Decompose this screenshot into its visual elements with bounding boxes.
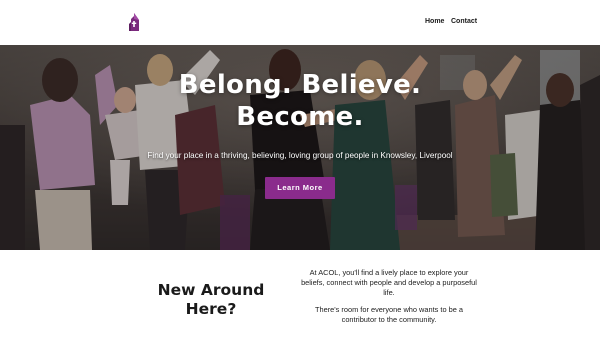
hero-title-line2: Become. <box>236 102 364 132</box>
nav-contact-link[interactable]: Contact <box>451 18 477 25</box>
hero-subtitle: Find your place in a thriving, believing… <box>147 151 453 160</box>
hero-title-line1: Belong. Believe. <box>178 70 422 100</box>
intro-paragraph-1: At ACOL, you'll find a lively place to e… <box>301 268 477 297</box>
learn-more-button[interactable]: Learn More <box>265 177 335 199</box>
intro-heading: New Around Here? <box>157 281 265 318</box>
site-header: Home Contact <box>0 0 600 45</box>
church-logo-icon[interactable] <box>127 13 141 31</box>
intro-paragraph-2: There's room for everyone who wants to b… <box>314 305 464 324</box>
nav-home-link[interactable]: Home <box>425 18 444 25</box>
hero-banner: Belong. Believe. Become. Find your place… <box>0 45 600 250</box>
